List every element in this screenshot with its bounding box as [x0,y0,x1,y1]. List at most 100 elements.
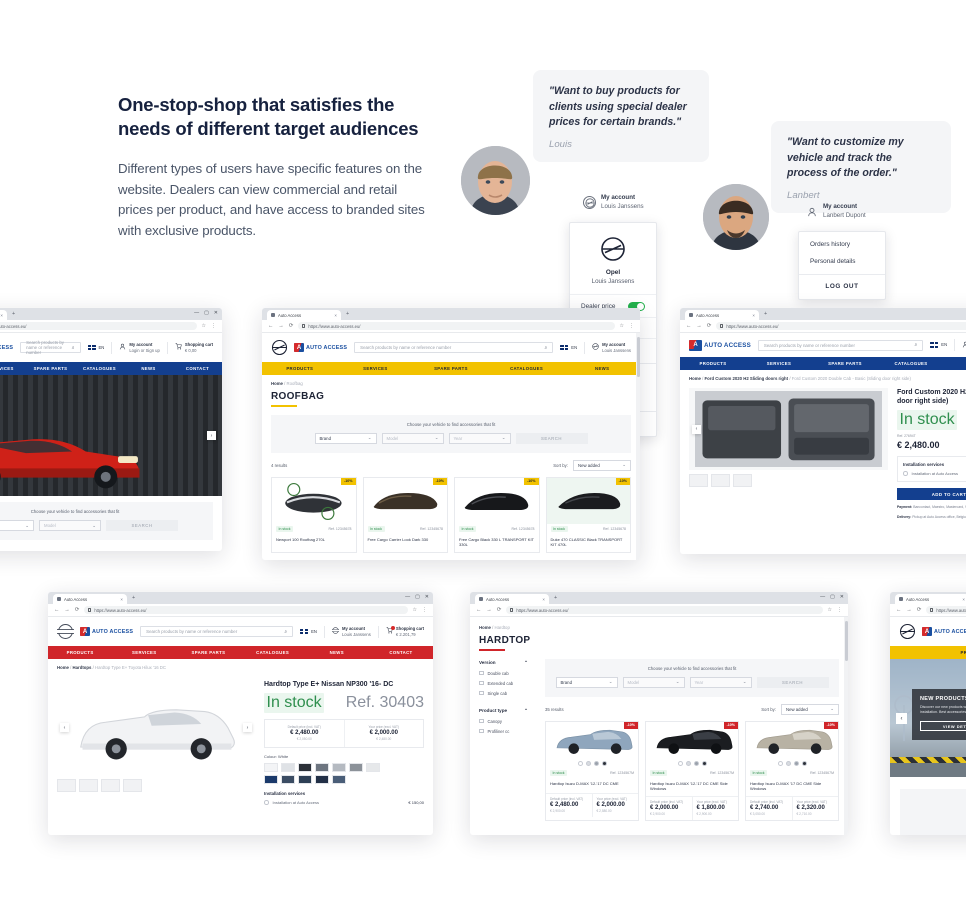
nav-item-catalogues[interactable]: CATALOGUES [75,366,124,371]
nav-item-news[interactable]: NEWS [944,361,966,366]
search-input[interactable]: Search products by name or reference num… [20,340,81,355]
nav-item-spare-parts[interactable]: SPARE PARTS [812,361,878,366]
hero-cta-button[interactable]: VIEW DETAILS [920,721,966,732]
back-icon[interactable]: ← [686,323,691,329]
close-tab-icon[interactable]: × [962,597,965,602]
forward-icon[interactable]: → [278,323,283,329]
back-icon[interactable]: ← [268,323,273,329]
close-tab-icon[interactable]: × [334,313,337,318]
gallery-thumb[interactable] [733,474,752,487]
product-card[interactable]: -10% In stock Ref. 12345678 Newport 100 … [271,476,357,553]
colour-swatch[interactable] [593,760,599,766]
account-dropdown-retail[interactable]: Orders history Personal details LOG OUT [798,231,886,300]
personal-details-item[interactable]: Personal details [799,253,885,274]
nav-item-news[interactable]: NEWS [305,650,369,655]
radio-icon[interactable] [903,471,908,476]
nav-item-products[interactable]: PRODUCTS [262,366,338,371]
search-icon[interactable]: ⌕ [544,345,547,351]
search-input[interactable]: Search products by name or reference num… [757,339,924,351]
search-icon[interactable]: ⌕ [914,342,917,348]
breadcrumb[interactable]: Home / Hardtop [470,617,848,630]
nav-item-spare-parts[interactable]: SPARE PARTS [26,366,75,371]
colour-swatch[interactable] [315,775,329,784]
nav-item-services[interactable]: SERVICES [112,650,176,655]
gallery-thumb[interactable] [711,474,730,487]
url-input[interactable]: https://www.auto-access.eu/ [84,606,408,614]
model-select[interactable]: Model ⌄ [39,520,101,531]
hero-prev-arrow[interactable]: ‹ [896,713,907,724]
account-menu[interactable]: My account Louis Janssens [331,626,371,638]
scrollbar-thumb[interactable] [636,337,640,377]
nav-item-news[interactable]: NEWS [124,366,173,371]
maximize-icon[interactable]: ▢ [204,310,209,316]
url-input[interactable]: https://www.auto-access.eu/ [716,322,966,330]
gallery-next-arrow[interactable]: › [243,723,252,732]
close-tab-icon[interactable]: × [120,597,123,602]
installation-option[interactable]: Installation at Auto Access € 150,00 [264,800,424,805]
window-controls[interactable]: — ▢ ✕ [820,594,844,600]
vehicle-search-button[interactable]: SEARCH [515,432,588,444]
close-tab-icon[interactable]: × [0,313,3,318]
browser-menu-icon[interactable]: ⋮ [837,607,842,613]
colour-swatch[interactable] [264,763,278,772]
chevron-up-icon[interactable]: ⌃ [524,708,528,714]
browser-tab[interactable]: Auto Access × [267,310,341,320]
new-tab-icon[interactable]: + [554,595,557,601]
checkbox-icon[interactable] [479,718,484,724]
colour-swatch[interactable] [793,760,799,766]
breadcrumb-mid[interactable]: Hardtops [73,665,92,670]
site-nav-red[interactable]: PRODUCTS SERVICES SPARE PARTS CATALOGUES… [48,646,433,659]
close-window-icon[interactable]: ✕ [214,310,218,316]
window-controls[interactable]: — ▢ ✕ [405,594,429,600]
product-card[interactable]: -10% In stock Ref. 12345678 Free Cargo C… [362,476,448,553]
gallery-thumb[interactable] [79,779,98,792]
browser-menu-icon[interactable]: ⋮ [211,323,216,329]
site-nav-yellow[interactable]: PRODUCTS SERVICES SPARE PARTS CATALOGUES… [262,362,640,375]
search-icon[interactable]: ⌕ [72,345,75,351]
colour-swatch-row[interactable] [646,758,738,768]
forward-icon[interactable]: → [906,607,911,613]
gallery-prev-arrow[interactable]: ‹ [692,424,701,434]
breadcrumb[interactable]: Home / Hardtops / Hardtop Type E+ Toyota… [48,659,433,670]
nav-item-catalogues[interactable]: CATALOGUES [241,650,305,655]
colour-swatch[interactable] [349,763,363,772]
nav-item-news[interactable]: NEWS [564,366,640,371]
checkbox-icon[interactable] [479,690,484,696]
colour-swatch[interactable] [601,760,607,766]
nav-item-catalogues[interactable]: CATALOGUES [489,366,565,371]
checkbox-icon[interactable] [479,728,484,734]
logout-button[interactable]: LOG OUT [799,274,885,299]
reload-icon[interactable]: ⟳ [497,607,502,613]
breadcrumb[interactable]: Home / Ford Custom 2020 H2 Sliding doors… [680,370,966,381]
filter-option[interactable]: Double cab [479,671,536,676]
gallery-thumb[interactable] [689,474,708,487]
colour-swatch[interactable] [693,760,699,766]
browser-tab[interactable]: Auto Access × [685,310,759,320]
minimize-icon[interactable]: — [405,594,410,600]
colour-swatches[interactable] [264,763,392,784]
search-input[interactable]: Search products by name or reference num… [140,626,294,637]
nav-item-catalogues[interactable]: CATALOGUES [878,361,944,366]
page-scrollbar[interactable] [636,333,640,560]
product-card[interactable]: -10% In stock Ref. 1234567M Hardtop Isuz… [545,720,639,821]
bookmark-star-icon[interactable]: ☆ [202,323,206,329]
colour-swatch[interactable] [366,763,380,772]
nav-item-products[interactable]: PRODUCTS [890,650,966,655]
account-header-retail[interactable]: My account Lanbert Dupont [805,203,866,220]
bookmark-star-icon[interactable]: ☆ [620,323,624,329]
colour-swatch[interactable] [281,763,295,772]
nav-item-spare-parts[interactable]: SPARE PARTS [176,650,240,655]
nav-item-contact[interactable]: CONTACT [173,366,222,371]
colour-swatch[interactable] [298,775,312,784]
checkbox-icon[interactable] [479,670,484,676]
nav-item-spare-parts[interactable]: SPARE PARTS [413,366,489,371]
filter-option[interactable]: Single cab [479,691,536,696]
nav-item-contact[interactable]: CONTACT [369,650,433,655]
brand-select[interactable]: Brand ⌄ [0,520,34,531]
breadcrumb[interactable]: Home / Roofbag [262,375,640,386]
colour-swatch-row[interactable] [746,758,838,768]
window-controls[interactable]: — ▢ ✕ [194,310,218,316]
gallery-thumb[interactable] [123,779,142,792]
site-nav-yellow[interactable]: PRODUCTS ⌄ [890,646,966,659]
chevron-up-icon[interactable]: ⌃ [524,660,528,666]
